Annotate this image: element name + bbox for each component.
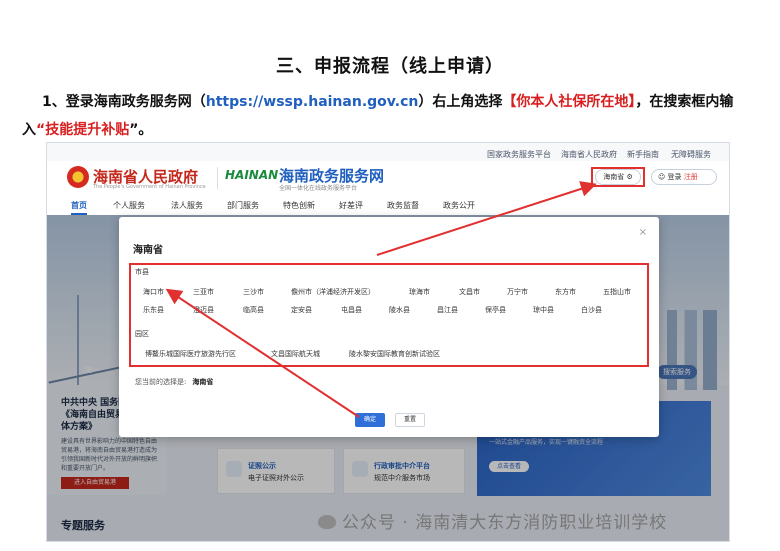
quote-close: ”。 [129, 122, 153, 138]
city-option[interactable]: 白沙县 [581, 305, 602, 315]
para-mid: ）右上角选择 [418, 94, 503, 110]
nav-item-disclosure[interactable]: 政务公开 [443, 200, 475, 211]
city-option[interactable]: 澄迈县 [193, 305, 214, 315]
login-register-button[interactable]: ☺ 登录 注册 [651, 169, 717, 185]
city-option[interactable]: 琼中县 [533, 305, 554, 315]
current-value: 海南省 [192, 378, 214, 386]
city-option[interactable]: 万宁市 [507, 287, 528, 297]
doc-title: 三、申报流程（线上申请） [276, 56, 504, 77]
quote-open: “ [36, 122, 46, 138]
top-link[interactable]: 国家政务服务平台 [487, 149, 551, 160]
city-option[interactable]: 临高县 [243, 305, 264, 315]
para-prefix: 1、登录海南政务服务网（ [42, 94, 206, 110]
national-emblem-icon [67, 166, 89, 188]
nav-item-rating[interactable]: 好差评 [339, 200, 363, 211]
city-option[interactable]: 保亭县 [485, 305, 506, 315]
gov-name-en: The People's Government of Hainan Provin… [93, 184, 206, 190]
nav-item-personal[interactable]: 个人服务 [113, 200, 145, 211]
highlight-region-button [591, 167, 645, 187]
wechat-icon [318, 515, 336, 529]
service-subtitle: 全国一体化在线政务服务平台 [279, 185, 358, 192]
website-screenshot: 国家政务服务平台 海南省人民政府 新手指南 无障碍服务 海南省人民政府 The … [46, 142, 730, 542]
hainan-logo: HAINAN [225, 168, 279, 182]
header-divider [217, 167, 218, 189]
city-option[interactable]: 琼海市 [409, 287, 430, 297]
region-select-dialog: × 海南省 市县 海口市 三亚市 三沙市 儋州市（洋浦经济开发区） 琼海市 文昌… [119, 217, 659, 437]
city-option[interactable]: 三亚市 [193, 287, 214, 297]
nav-item-home[interactable]: 首页 [71, 200, 87, 215]
park-option[interactable]: 博鳌乐城国际医疗旅游先行区 [145, 349, 236, 359]
city-option[interactable]: 三沙市 [243, 287, 264, 297]
park-option[interactable]: 文昌国际航天城 [271, 349, 320, 359]
para-highlight: 【你本人社保所在地】 [502, 94, 636, 110]
para-keyword: 技能提升补贴 [45, 122, 130, 138]
city-option[interactable]: 昌江县 [437, 305, 458, 315]
top-link[interactable]: 无障碍服务 [671, 149, 711, 160]
site-link[interactable]: https://wssp.hainan.gov.cn [206, 94, 419, 110]
city-option[interactable]: 陵水县 [389, 305, 410, 315]
city-option-haikou[interactable]: 海口市 [143, 287, 164, 297]
register-link[interactable]: 注册 [684, 173, 698, 181]
city-option[interactable]: 文昌市 [459, 287, 480, 297]
city-option[interactable]: 乐东县 [143, 305, 164, 315]
city-option[interactable]: 儋州市（洋浦经济开发区） [291, 287, 375, 297]
user-icon: ☺ [658, 173, 666, 181]
nav-item-corporate[interactable]: 法人服务 [171, 200, 203, 211]
confirm-button[interactable]: 确定 [355, 413, 385, 427]
watermark: 公众号 · 海南清大东方消防职业培训学校 [318, 508, 667, 533]
park-option[interactable]: 陵水黎安国际教育创新试验区 [349, 349, 440, 359]
main-nav: 首页 个人服务 法人服务 部门服务 特色创新 好差评 政务监督 政务公开 [47, 195, 729, 215]
top-link[interactable]: 海南省人民政府 [561, 149, 617, 160]
city-option[interactable]: 定安县 [291, 305, 312, 315]
doc-paragraph: 1、登录海南政务服务网（https://wssp.hainan.gov.cn）右… [22, 88, 762, 144]
city-option[interactable]: 屯昌县 [341, 305, 362, 315]
login-link[interactable]: 登录 [668, 173, 682, 181]
nav-item-innovation[interactable]: 特色创新 [283, 200, 315, 211]
watermark-text: 公众号 · 海南清大东方消防职业培训学校 [342, 513, 668, 533]
current-label: 您当前的选择是: [135, 378, 187, 386]
nav-item-department[interactable]: 部门服务 [227, 200, 259, 211]
top-link[interactable]: 新手指南 [627, 149, 659, 160]
close-icon[interactable]: × [639, 227, 647, 238]
dialog-province: 海南省 [133, 245, 163, 256]
reset-button[interactable]: 重置 [395, 413, 425, 427]
current-selection: 您当前的选择是: 海南省 [135, 377, 213, 387]
section-cities-label: 市县 [135, 268, 149, 276]
nav-item-supervision[interactable]: 政务监督 [387, 200, 419, 211]
city-option[interactable]: 东方市 [555, 287, 576, 297]
section-parks-label: 园区 [135, 330, 149, 338]
city-option[interactable]: 五指山市 [603, 287, 631, 297]
